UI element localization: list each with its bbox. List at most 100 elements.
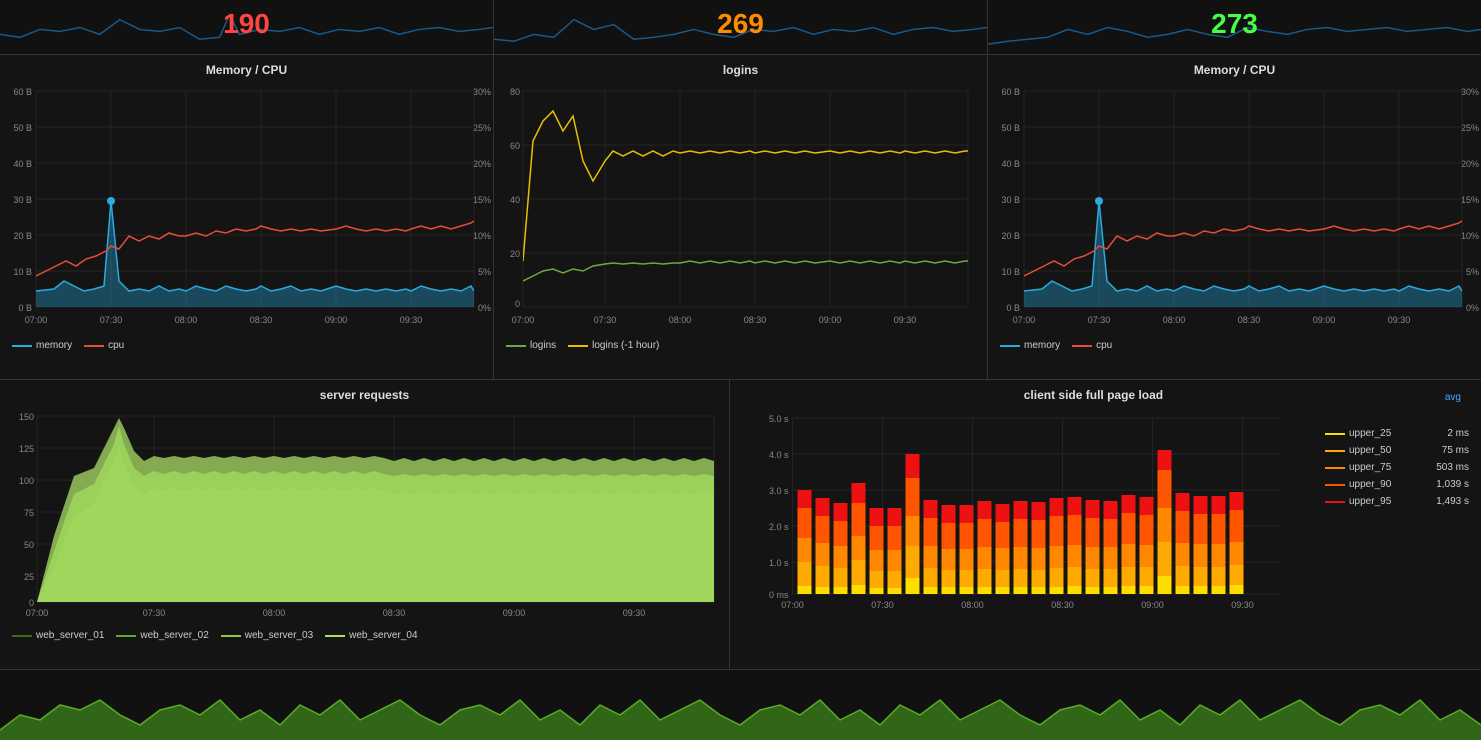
svg-text:50: 50	[24, 540, 34, 550]
svg-text:07:30: 07:30	[100, 315, 123, 325]
legend-upper75: upper_75 503 ms	[1325, 462, 1469, 473]
legend-logins: logins	[506, 340, 556, 351]
server-requests-title: server requests	[4, 388, 725, 402]
svg-text:3.0 s: 3.0 s	[769, 486, 789, 496]
legend-cpu-1: cpu	[84, 340, 124, 351]
legend-memory-1: memory	[12, 340, 72, 351]
svg-text:08:30: 08:30	[1238, 315, 1261, 325]
svg-text:09:30: 09:30	[894, 315, 917, 325]
svg-text:08:30: 08:30	[250, 315, 273, 325]
svg-text:75: 75	[24, 508, 34, 518]
sparkline-value-1: 190	[223, 8, 270, 40]
svg-text:5%: 5%	[1466, 267, 1479, 277]
top-sparkline-row: 190 269 273	[0, 0, 1481, 55]
svg-text:08:00: 08:00	[263, 608, 286, 618]
server-requests-panel: server requests 150 125 100 75 50 25 0	[0, 380, 730, 669]
svg-text:09:00: 09:00	[1141, 600, 1164, 610]
memory-cpu-panel-2: Memory / CPU 60 B 50 B 40 B 30 B 20 B 10…	[988, 55, 1481, 379]
svg-text:10 B: 10 B	[1001, 267, 1020, 277]
svg-text:25%: 25%	[473, 123, 491, 133]
svg-text:40 B: 40 B	[13, 159, 32, 169]
legend-ws01: web_server_01	[12, 630, 104, 641]
server-requests-legend: web_server_01 web_server_02 web_server_0…	[4, 626, 725, 645]
svg-text:0 B: 0 B	[1006, 303, 1020, 313]
svg-text:08:00: 08:00	[961, 600, 984, 610]
page-load-content: 5.0 s 4.0 s 3.0 s 2.0 s 1.0 s 0 ms	[734, 408, 1477, 665]
svg-text:08:00: 08:00	[1163, 315, 1186, 325]
page-load-panel: client side full page load avg 5.0 s 4.0…	[730, 380, 1481, 669]
logins-title: logins	[498, 63, 983, 77]
bottom-row: server requests 150 125 100 75 50 25 0	[0, 380, 1481, 670]
memory-cpu-legend-2: memory cpu	[992, 336, 1477, 355]
svg-text:30%: 30%	[473, 87, 491, 97]
svg-text:25: 25	[24, 572, 34, 582]
svg-text:08:30: 08:30	[1051, 600, 1074, 610]
svg-text:30%: 30%	[1461, 87, 1479, 97]
svg-text:09:00: 09:00	[1313, 315, 1336, 325]
svg-text:0%: 0%	[478, 303, 491, 313]
svg-text:5.0 s: 5.0 s	[769, 414, 789, 424]
svg-text:50 B: 50 B	[13, 123, 32, 133]
svg-text:15%: 15%	[1461, 195, 1479, 205]
svg-text:80: 80	[510, 87, 520, 97]
svg-text:125: 125	[19, 444, 34, 454]
svg-text:10%: 10%	[473, 231, 491, 241]
bottom-sparkline-row	[0, 670, 1481, 740]
svg-text:0%: 0%	[1466, 303, 1479, 313]
svg-text:20%: 20%	[473, 159, 491, 169]
sparkline-value-2: 269	[717, 8, 764, 40]
svg-text:0: 0	[29, 598, 34, 608]
svg-text:0 B: 0 B	[18, 303, 32, 313]
svg-text:150: 150	[19, 412, 34, 422]
dashboard: 190 269 273 Memory / CPU 60 B	[0, 0, 1481, 740]
legend-upper90: upper_90 1,039 s	[1325, 479, 1469, 490]
memory-cpu-title-2: Memory / CPU	[992, 63, 1477, 77]
svg-text:2.0 s: 2.0 s	[769, 522, 789, 532]
svg-text:07:00: 07:00	[781, 600, 804, 610]
svg-text:1.0 s: 1.0 s	[769, 558, 789, 568]
svg-text:08:00: 08:00	[669, 315, 692, 325]
svg-text:07:30: 07:30	[143, 608, 166, 618]
legend-upper95: upper_95 1,493 s	[1325, 496, 1469, 507]
svg-text:20 B: 20 B	[1001, 231, 1020, 241]
svg-text:07:00: 07:00	[512, 315, 535, 325]
svg-text:07:00: 07:00	[26, 608, 49, 618]
svg-text:10 B: 10 B	[13, 267, 32, 277]
svg-text:09:30: 09:30	[1388, 315, 1411, 325]
svg-text:4.0 s: 4.0 s	[769, 450, 789, 460]
svg-text:07:30: 07:30	[871, 600, 894, 610]
legend-upper25: upper_25 2 ms	[1325, 428, 1469, 439]
svg-text:09:30: 09:30	[400, 315, 423, 325]
svg-text:60 B: 60 B	[1001, 87, 1020, 97]
legend-memory-2: memory	[1000, 340, 1060, 351]
memory-cpu-panel-1: Memory / CPU 60 B 50 B 40 B 30 B 20 B 10…	[0, 55, 494, 379]
svg-text:5%: 5%	[478, 267, 491, 277]
svg-text:09:00: 09:00	[819, 315, 842, 325]
svg-text:0: 0	[515, 299, 520, 309]
svg-text:20 B: 20 B	[13, 231, 32, 241]
page-load-title: client side full page load	[742, 388, 1445, 402]
svg-text:09:00: 09:00	[503, 608, 526, 618]
sparkline-panel-3: 273	[988, 0, 1481, 54]
logins-panel: logins 80 60 40 20 0 07:00 07	[494, 55, 988, 379]
legend-ws03: web_server_03	[221, 630, 313, 641]
svg-text:15%: 15%	[473, 195, 491, 205]
legend-cpu-2: cpu	[1072, 340, 1112, 351]
svg-text:40 B: 40 B	[1001, 159, 1020, 169]
svg-text:07:00: 07:00	[1013, 315, 1036, 325]
svg-text:100: 100	[19, 476, 34, 486]
legend-upper50: upper_50 75 ms	[1325, 445, 1469, 456]
legend-ws04: web_server_04	[325, 630, 417, 641]
svg-text:07:00: 07:00	[25, 315, 48, 325]
svg-text:20: 20	[510, 249, 520, 259]
logins-legend: logins logins (-1 hour)	[498, 336, 983, 355]
svg-text:30 B: 30 B	[1001, 195, 1020, 205]
svg-text:60: 60	[510, 141, 520, 151]
svg-text:10%: 10%	[1461, 231, 1479, 241]
svg-text:0 ms: 0 ms	[769, 590, 789, 600]
svg-text:07:30: 07:30	[594, 315, 617, 325]
memory-cpu-title-1: Memory / CPU	[4, 63, 489, 77]
svg-text:08:00: 08:00	[175, 315, 198, 325]
sparkline-value-3: 273	[1211, 8, 1258, 40]
svg-text:60 B: 60 B	[13, 87, 32, 97]
